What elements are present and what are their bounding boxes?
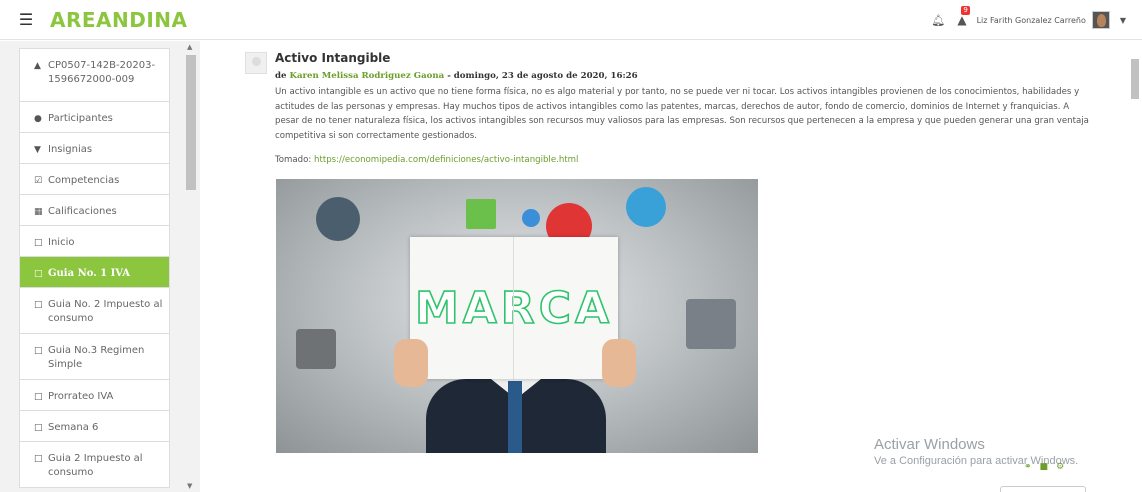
folder-icon: □ [34, 454, 43, 464]
left-hand [394, 339, 428, 387]
folder-icon: □ [34, 300, 43, 310]
sidebar-item-label: Calificaciones [48, 206, 117, 217]
sidebar-item-label: Semana 6 [48, 422, 99, 433]
main-content: Activo Intangible de Karen Melissa Rodri… [200, 41, 1128, 492]
sidebar: ▲ CP0507-142B-20203-1596672000-009 ● Par… [0, 41, 200, 492]
sidebar-scrollbar[interactable]: ▲ ▼ [184, 41, 198, 492]
watermark-line1: Activar Windows [874, 436, 985, 453]
sidebar-item-label: Competencias [48, 175, 120, 186]
user-name[interactable]: Liz Farith Gonzalez Carreño [977, 16, 1086, 25]
avatar[interactable] [1091, 11, 1110, 29]
hamburger-icon[interactable]: ☰ [16, 10, 36, 29]
gears-decoration [686, 299, 736, 349]
post-date: - domingo, 23 de agosto de 2020, 16:26 [447, 71, 638, 81]
source-link[interactable]: https://economipedia.com/definiciones/ac… [314, 155, 578, 165]
sidebar-item-label: Insignias [48, 144, 93, 155]
user-nav: 🔔︎ ▲ 9 Liz Farith Gonzalez Carreño ▼ [931, 0, 1126, 40]
gear-icon[interactable]: ⚙ [1056, 462, 1064, 472]
sidebar-scroll-thumb[interactable] [186, 55, 196, 190]
sidebar-item-semana-6[interactable]: □ Semana 6 [20, 411, 169, 442]
post-author-avatar[interactable] [245, 52, 267, 74]
source-label: Tomado: [275, 155, 312, 165]
folder-icon: □ [34, 392, 43, 402]
sidebar-item-label: Prorrateo IVA [48, 391, 114, 402]
sign-word: MARCA [414, 282, 614, 335]
chart-decoration [466, 199, 496, 229]
sidebar-item-inicio[interactable]: □ Inicio [20, 226, 169, 257]
sidebar-item-course[interactable]: ▲ CP0507-142B-20203-1596672000-009 [20, 49, 169, 102]
bulb-decoration [626, 187, 666, 227]
sidebar-item-guia-3[interactable]: □ Guia No.3 Regimen Simple [20, 334, 169, 380]
sidebar-item-competencias[interactable]: ☑ Competencias [20, 164, 169, 195]
sidebar-item-prorrateo[interactable]: □ Prorrateo IVA [20, 380, 169, 411]
graduation-cap-icon: ▲ [34, 61, 41, 71]
messages-count-badge: 9 [961, 6, 970, 15]
person-tie [508, 381, 522, 453]
folder-icon: □ [34, 423, 43, 433]
post-image: MARCA [276, 179, 758, 453]
scroll-up-icon[interactable]: ▲ [187, 43, 192, 51]
sidebar-item-label: CP0507-142B-20203-1596672000-009 [48, 60, 156, 85]
sidebar-item-label: Participantes [48, 113, 113, 124]
link-icon[interactable]: ⚭ [1024, 462, 1032, 472]
users-icon: ● [34, 114, 42, 124]
post-source: Tomado: https://economipedia.com/definic… [275, 155, 578, 165]
right-hand [602, 339, 636, 387]
folder-icon: □ [34, 238, 43, 248]
course-nav: ▲ CP0507-142B-20203-1596672000-009 ● Par… [19, 48, 170, 488]
post-author-link[interactable]: Karen Melissa Rodriguez Gaona [289, 71, 444, 81]
sidebar-item-label: Guia 2 Impuesto al consumo [48, 453, 143, 478]
sidebar-item-calificaciones[interactable]: ▦ Calificaciones [20, 195, 169, 226]
top-navbar: ☰ AREANDINA 🔔︎ ▲ 9 Liz Farith Gonzalez C… [0, 0, 1142, 40]
sign-fold [513, 237, 514, 379]
chat-bubble-icon[interactable]: ▲ 9 [957, 6, 970, 27]
post-actions: ⚭ ■ ⚙ [1024, 462, 1064, 472]
bell-icon[interactable]: 🔔︎ [931, 14, 945, 27]
post-meta: de Karen Melissa Rodriguez Gaona - domin… [275, 71, 638, 81]
sidebar-item-guia-1-iva[interactable]: □ Guia No. 1 IVA [20, 257, 169, 288]
sidebar-item-label: Inicio [48, 237, 75, 248]
post-title: Activo Intangible [275, 51, 391, 65]
marca-sign: MARCA [410, 237, 618, 379]
reply-button[interactable] [1000, 486, 1086, 492]
post-meta-prefix: de [275, 71, 287, 81]
sidebar-item-guia-2[interactable]: □ Guia No. 2 Impuesto al consumo [20, 288, 169, 334]
sidebar-item-label: Guia No. 2 Impuesto al consumo [48, 299, 163, 324]
table-icon: ▦ [34, 207, 43, 217]
puzzle-decoration [296, 329, 336, 369]
delete-icon[interactable]: ■ [1040, 462, 1049, 472]
sidebar-item-label: Guia No.3 Regimen Simple [48, 345, 145, 370]
shield-icon: ▼ [34, 145, 41, 155]
sidebar-item-label: Guia No. 1 IVA [48, 268, 131, 279]
folder-icon: □ [34, 269, 43, 279]
globe-decoration [522, 209, 540, 227]
scroll-down-icon[interactable]: ▼ [187, 482, 192, 490]
sidebar-item-guia-2-impuesto[interactable]: □ Guia 2 Impuesto al consumo [20, 442, 169, 487]
brand-logo[interactable]: AREANDINA [50, 8, 188, 32]
page-scrollbar[interactable] [1128, 41, 1142, 492]
page-scroll-thumb[interactable] [1131, 59, 1139, 99]
caret-down-icon[interactable]: ▼ [1120, 16, 1126, 25]
sidebar-item-insignias[interactable]: ▼ Insignias [20, 133, 169, 164]
post-body: Un activo intangible es un activo que no… [275, 87, 1089, 141]
folder-icon: □ [34, 346, 43, 356]
cloud-decoration [316, 197, 360, 241]
check-square-icon: ☑ [34, 176, 43, 186]
sidebar-item-participantes[interactable]: ● Participantes [20, 102, 169, 133]
